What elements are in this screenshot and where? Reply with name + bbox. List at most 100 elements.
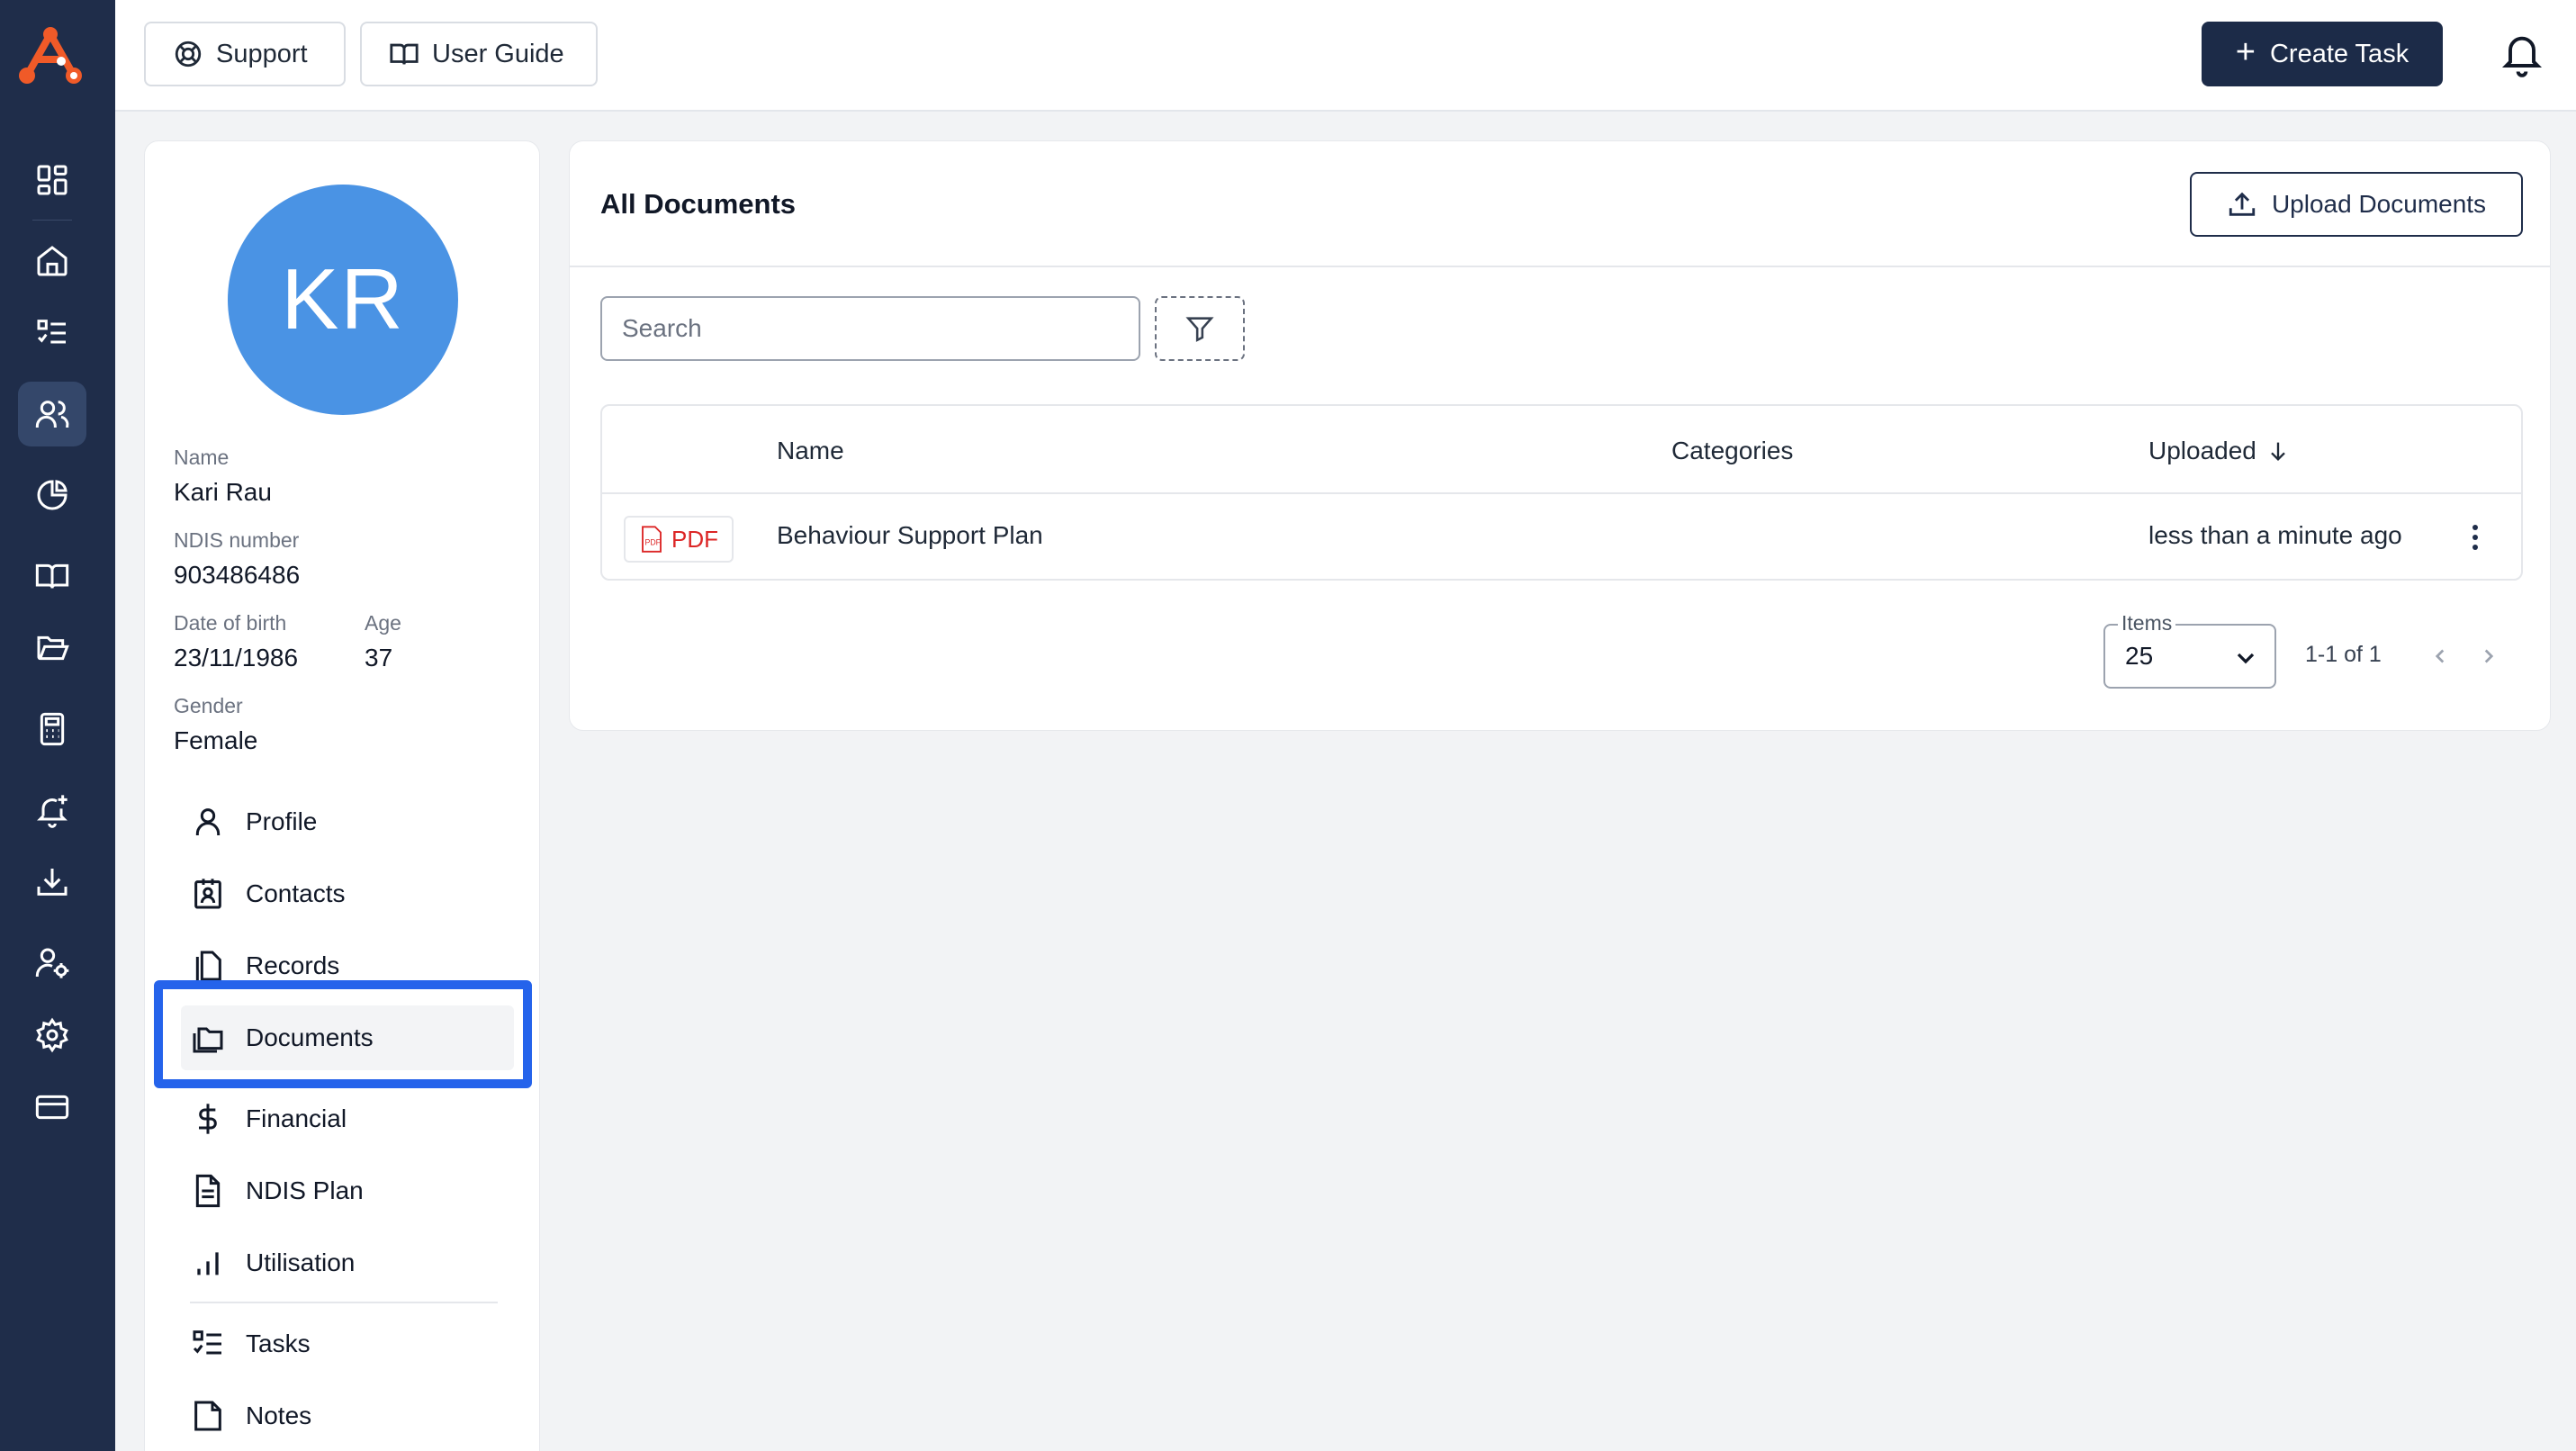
participant-profile-card: KR Name Kari Rau NDIS number 903486486 D…	[144, 140, 540, 1451]
rail-dashboard[interactable]	[18, 148, 86, 212]
filter-button[interactable]	[1155, 296, 1245, 361]
files-icon	[195, 951, 221, 984]
rail-settings[interactable]	[18, 1003, 86, 1068]
pagination-range: 1-1 of 1	[2305, 642, 2382, 667]
book-icon	[35, 563, 69, 589]
rail-tasks[interactable]	[18, 301, 86, 365]
profile-nav-records-label: Records	[246, 951, 340, 979]
user-guide-button[interactable]: User Guide	[360, 22, 598, 86]
profile-nav-notes-label: Notes	[246, 1401, 312, 1429]
profile-nav-divider	[190, 1302, 498, 1303]
document-uploaded: less than a minute ago	[2148, 521, 2402, 549]
more-options-icon[interactable]	[2462, 519, 2489, 555]
gender-label: Gender	[174, 694, 243, 717]
bell-icon[interactable]	[2499, 31, 2545, 77]
profile-nav-utilisation-label: Utilisation	[246, 1248, 356, 1276]
file-type-badge: PDF PDF	[624, 516, 734, 563]
upload-icon	[2229, 192, 2256, 216]
gear-icon	[36, 1017, 68, 1053]
user-icon	[195, 808, 221, 835]
profile-nav-contacts[interactable]: Contacts	[181, 861, 514, 926]
documents-card: All Documents Upload Documents Name Cate…	[569, 140, 2551, 731]
column-header-name[interactable]: Name	[777, 437, 844, 465]
create-task-button[interactable]: + Create Task	[2202, 22, 2443, 86]
arrow-down-icon	[2271, 442, 2285, 461]
chevron-down-icon	[2237, 653, 2255, 664]
profile-nav-profile[interactable]: Profile	[181, 789, 514, 854]
profile-nav-tasks-label: Tasks	[246, 1329, 311, 1357]
search-input[interactable]	[600, 296, 1140, 361]
rail-participants[interactable]	[18, 382, 86, 446]
folder-icon	[37, 635, 69, 661]
rail-reports[interactable]	[18, 463, 86, 527]
file-type-label: PDF	[671, 525, 718, 553]
column-header-categories[interactable]: Categories	[1671, 437, 1793, 465]
name-value: Kari Rau	[174, 478, 272, 506]
profile-nav-tasks[interactable]: Tasks	[181, 1311, 514, 1376]
bell-plus-icon	[37, 795, 68, 828]
rail-folders[interactable]	[18, 616, 86, 680]
svg-text:PDF: PDF	[645, 537, 662, 546]
profile-nav-notes[interactable]: Notes	[181, 1383, 514, 1448]
rail-billing[interactable]	[18, 1075, 86, 1140]
gender-value: Female	[174, 726, 258, 754]
task-list-icon	[193, 1330, 221, 1355]
calculator-icon	[40, 712, 65, 746]
items-per-page-value: 25	[2125, 642, 2154, 670]
ndis-value: 903486486	[174, 561, 301, 589]
lifebuoy-icon	[175, 41, 202, 68]
document-name[interactable]: Behaviour Support Plan	[777, 521, 1043, 550]
dob-label: Date of birth	[174, 611, 287, 635]
profile-nav-documents-label: Documents	[246, 1023, 374, 1051]
profile-nav-ndis-plan-label: NDIS Plan	[246, 1176, 364, 1204]
contact-card-icon	[194, 879, 221, 909]
support-button[interactable]: Support	[144, 22, 346, 86]
ndis-label: NDIS number	[174, 528, 300, 552]
documents-title: All Documents	[600, 188, 797, 220]
support-label: Support	[216, 39, 308, 68]
documents-header-divider	[570, 266, 2550, 267]
name-label: Name	[174, 446, 230, 469]
user-settings-icon	[35, 948, 69, 978]
app-sidebar	[0, 0, 115, 1451]
profile-nav-profile-label: Profile	[246, 807, 318, 835]
participant-avatar: KR	[228, 185, 458, 415]
pdf-file-icon: PDF	[642, 526, 662, 553]
rail-home[interactable]	[18, 229, 86, 293]
profile-nav-documents[interactable]: Documents	[181, 1005, 514, 1070]
chevron-right-icon	[2484, 649, 2494, 663]
task-list-icon	[37, 320, 66, 344]
rail-guide[interactable]	[18, 544, 86, 608]
age-label: Age	[365, 611, 401, 635]
bar-chart-icon	[197, 1252, 219, 1275]
documents-table: Name Categories Uploaded PDF PDF Behavio…	[600, 404, 2523, 581]
profile-nav-ndis-plan[interactable]: NDIS Plan	[181, 1158, 514, 1223]
items-per-page-label: Items	[2118, 611, 2176, 635]
upload-documents-button[interactable]: Upload Documents	[2190, 172, 2523, 237]
column-header-uploaded[interactable]: Uploaded	[2148, 437, 2291, 465]
grid-icon	[37, 165, 68, 195]
previous-page-button[interactable]	[2422, 638, 2458, 674]
profile-nav-financial[interactable]: Financial	[181, 1086, 514, 1151]
age-value: 37	[365, 644, 393, 671]
download-icon	[37, 869, 68, 896]
app-logo-icon[interactable]	[16, 25, 85, 88]
table-header-divider	[602, 492, 2521, 494]
book-open-icon	[390, 43, 419, 65]
top-bar: Support User Guide + Create Task AS	[115, 0, 2576, 112]
dollar-icon	[199, 1104, 217, 1134]
create-task-label: Create Task	[2269, 39, 2409, 68]
folders-icon	[193, 1027, 223, 1053]
document-icon	[195, 1174, 221, 1208]
rail-notifications[interactable]	[18, 778, 86, 843]
next-page-button[interactable]	[2471, 638, 2507, 674]
items-per-page-select[interactable]: Items 25	[2103, 611, 2276, 689]
column-header-uploaded-label: Uploaded	[2148, 437, 2256, 464]
rail-downloads[interactable]	[18, 850, 86, 915]
profile-nav-records[interactable]: Records	[181, 933, 514, 998]
profile-nav-utilisation[interactable]: Utilisation	[181, 1230, 514, 1295]
home-icon	[37, 246, 68, 276]
rail-user-settings[interactable]	[18, 931, 86, 996]
rail-calculator[interactable]	[18, 697, 86, 762]
pie-chart-icon	[37, 480, 68, 510]
